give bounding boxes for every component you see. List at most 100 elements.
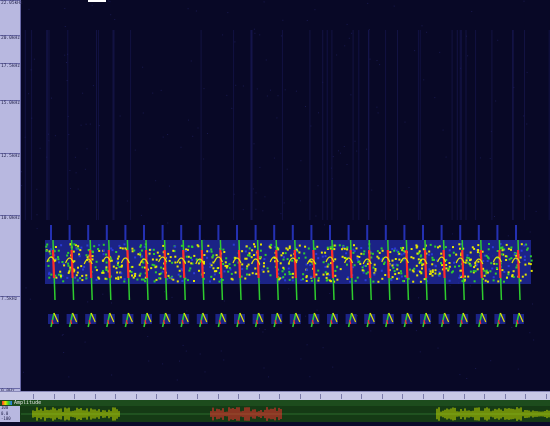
- energy-speck: [102, 253, 105, 256]
- energy-speck: [244, 257, 247, 260]
- energy-speck: [530, 259, 533, 262]
- energy-speck: [185, 250, 188, 253]
- energy-speck: [50, 273, 53, 276]
- energy-speck: [118, 266, 121, 268]
- energy-speck: [95, 278, 98, 281]
- noise-speck: [66, 62, 67, 63]
- energy-speck: [316, 245, 319, 248]
- energy-speck: [59, 270, 62, 273]
- noise-speck: [142, 66, 144, 68]
- noise-speck: [190, 60, 192, 62]
- energy-speck: [286, 258, 289, 261]
- energy-speck: [409, 268, 411, 271]
- spectrogram-canvas[interactable]: [21, 0, 550, 391]
- energy-speck: [193, 254, 196, 257]
- energy-speck: [376, 250, 379, 253]
- level-label: 100: [1, 405, 9, 410]
- energy-speck: [333, 244, 336, 247]
- energy-speck: [225, 257, 228, 260]
- energy-speck: [259, 256, 262, 259]
- energy-speck: [251, 249, 254, 252]
- noise-speck: [187, 8, 189, 10]
- energy-speck: [124, 247, 127, 250]
- energy-speck: [380, 247, 383, 250]
- energy-speck: [83, 265, 86, 268]
- noise-speck: [419, 351, 421, 353]
- energy-speck: [150, 267, 153, 270]
- energy-speck: [206, 250, 209, 253]
- noise-speck: [109, 1, 111, 3]
- energy-speck: [374, 269, 377, 272]
- energy-speck: [429, 243, 432, 246]
- energy-speck: [121, 247, 124, 250]
- energy-speck: [396, 268, 399, 271]
- waveform-panel[interactable]: Amplitude 100 0.0 -100: [0, 400, 550, 422]
- energy-speck: [389, 251, 392, 254]
- noise-speck: [332, 156, 334, 158]
- energy-speck: [77, 278, 80, 281]
- noise-speck: [253, 143, 255, 145]
- energy-speck: [215, 254, 218, 257]
- freq-label: 20.0kHz: [1, 36, 20, 41]
- energy-speck: [467, 275, 470, 278]
- energy-speck: [431, 259, 434, 261]
- time-tick: [156, 394, 157, 399]
- energy-speck: [490, 262, 493, 265]
- energy-speck: [61, 261, 64, 263]
- energy-speck: [346, 248, 349, 251]
- energy-speck: [420, 272, 423, 275]
- noise-speck: [227, 12, 229, 14]
- noise-speck: [89, 123, 91, 125]
- noise-speck: [306, 344, 308, 346]
- energy-speck: [459, 274, 462, 277]
- energy-speck: [91, 250, 94, 253]
- energy-speck: [400, 253, 403, 256]
- noise-speck: [68, 376, 70, 378]
- energy-speck: [343, 256, 346, 259]
- energy-speck: [474, 270, 477, 273]
- energy-speck: [116, 257, 119, 260]
- noise-speck: [288, 288, 290, 290]
- noise-speck: [306, 20, 308, 21]
- time-tick: [422, 394, 424, 399]
- energy-speck: [486, 256, 489, 259]
- energy-speck: [438, 245, 441, 248]
- noise-speck: [418, 297, 420, 299]
- energy-speck: [102, 243, 105, 246]
- energy-speck: [315, 273, 318, 276]
- noise-speck: [338, 150, 339, 152]
- energy-speck: [444, 246, 447, 249]
- energy-speck: [81, 274, 84, 277]
- energy-speck: [364, 264, 367, 267]
- energy-speck: [412, 280, 415, 283]
- noise-speck: [162, 136, 164, 138]
- energy-speck: [193, 272, 196, 275]
- energy-speck: [310, 275, 312, 278]
- energy-speck: [302, 278, 304, 281]
- energy-speck: [57, 256, 59, 259]
- noise-speck: [231, 107, 233, 109]
- time-tick: [443, 394, 444, 399]
- energy-speck: [507, 271, 510, 274]
- energy-speck: [396, 264, 399, 267]
- energy-speck: [330, 280, 332, 283]
- energy-speck: [307, 247, 310, 250]
- energy-speck: [381, 277, 384, 280]
- noise-speck: [408, 187, 410, 188]
- energy-speck: [485, 269, 488, 272]
- noise-speck: [346, 23, 348, 25]
- energy-speck: [391, 276, 394, 279]
- energy-speck: [196, 244, 199, 247]
- noise-speck: [119, 115, 121, 117]
- energy-speck: [138, 274, 141, 277]
- energy-speck: [349, 280, 352, 283]
- energy-speck: [334, 269, 337, 272]
- time-tick: [504, 394, 506, 399]
- noise-speck: [421, 25, 423, 27]
- noise-speck: [494, 216, 495, 217]
- noise-speck: [346, 164, 348, 165]
- noise-speck: [64, 26, 66, 27]
- waveform-area[interactable]: [21, 406, 550, 422]
- energy-speck: [144, 280, 146, 283]
- energy-speck: [245, 267, 248, 270]
